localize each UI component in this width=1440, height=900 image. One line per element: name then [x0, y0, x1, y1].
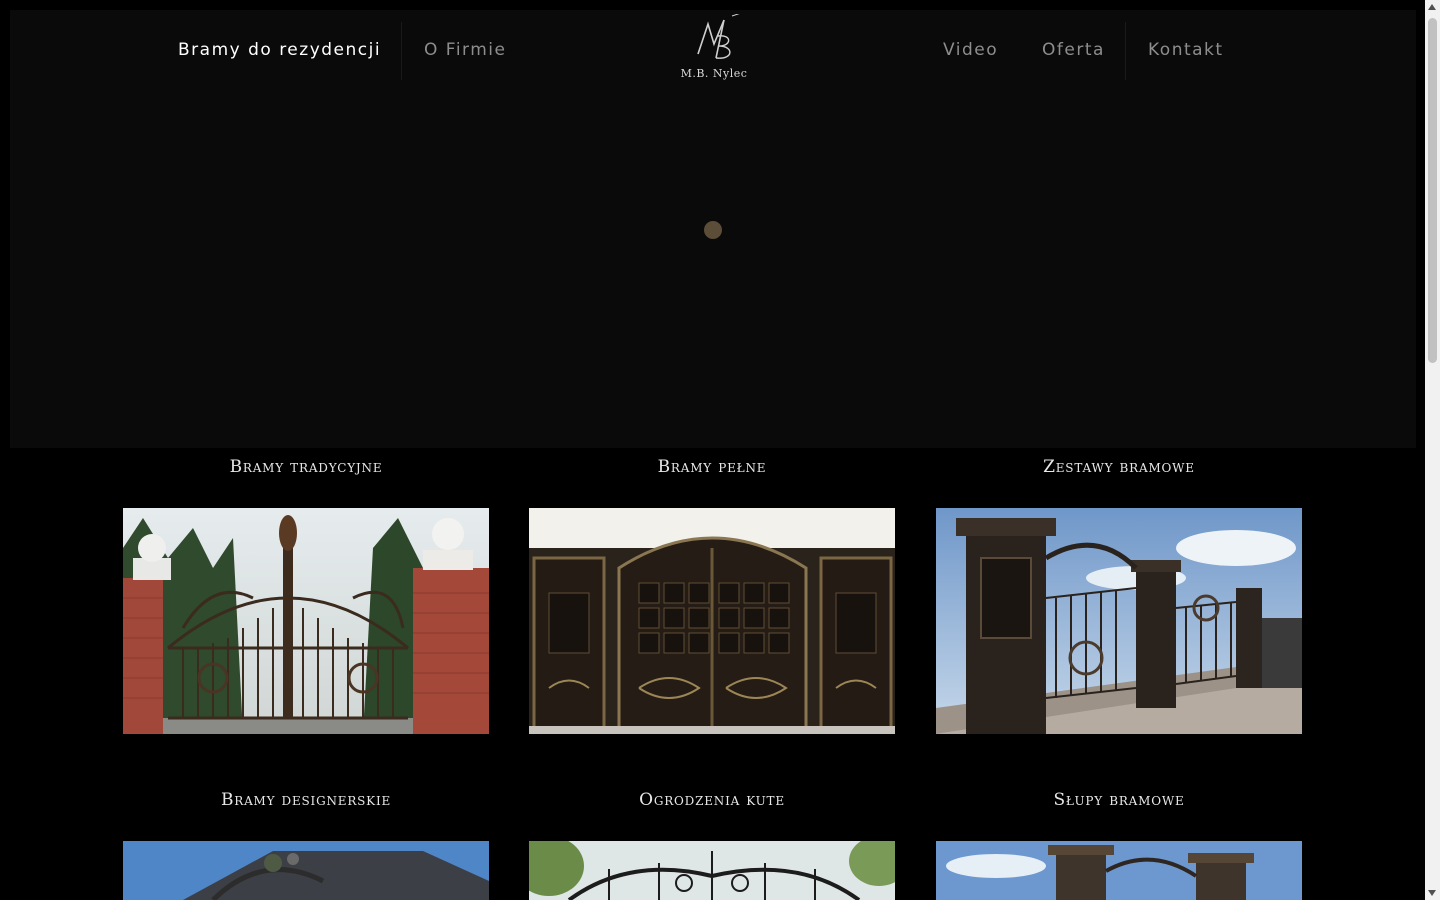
nav-o-firmie[interactable]: O Firmie	[424, 39, 506, 61]
logo[interactable]: M.B. Nylec	[672, 11, 756, 84]
category-image-zestawy-bramowe[interactable]	[936, 508, 1302, 734]
category-image-ogrodzenia-kute[interactable]	[529, 841, 895, 900]
category-image-bramy-designerskie[interactable]	[123, 841, 489, 900]
category-image-slupy-bramowe[interactable]	[936, 841, 1302, 900]
nav-oferta[interactable]: Oferta	[1042, 39, 1105, 61]
logo-text: M.B. Nylec	[680, 67, 748, 80]
category-image-bramy-tradycyjne[interactable]	[123, 508, 489, 734]
nav-divider	[1125, 22, 1126, 80]
scrollbar-thumb[interactable]	[1428, 18, 1437, 363]
category-title-bramy-tradycyjne[interactable]: Bramy tradycyjne	[123, 457, 489, 477]
category-title-zestawy-bramowe[interactable]: Zestawy bramowe	[936, 457, 1302, 477]
category-title-ogrodzenia-kute[interactable]: Ogrodzenia kute	[529, 790, 895, 810]
category-title-bramy-designerskie[interactable]: Bramy designerskie	[123, 790, 489, 810]
nav-bramy-do-rezydencji[interactable]: Bramy do rezydencji	[178, 39, 381, 61]
nav-video[interactable]: Video	[943, 39, 998, 61]
category-image-bramy-pelne[interactable]	[529, 508, 895, 734]
page-scrollbar[interactable]	[1425, 0, 1440, 900]
loading-indicator-icon	[704, 221, 722, 239]
nav-divider	[401, 22, 402, 80]
category-title-bramy-pelne[interactable]: Bramy pełne	[529, 457, 895, 477]
scroll-down-icon[interactable]	[1428, 890, 1436, 896]
nav-kontakt[interactable]: Kontakt	[1148, 39, 1224, 61]
category-title-slupy-bramowe[interactable]: Słupy bramowe	[936, 790, 1302, 810]
logo-monogram-icon	[697, 11, 745, 59]
scroll-up-icon[interactable]	[1428, 4, 1436, 10]
